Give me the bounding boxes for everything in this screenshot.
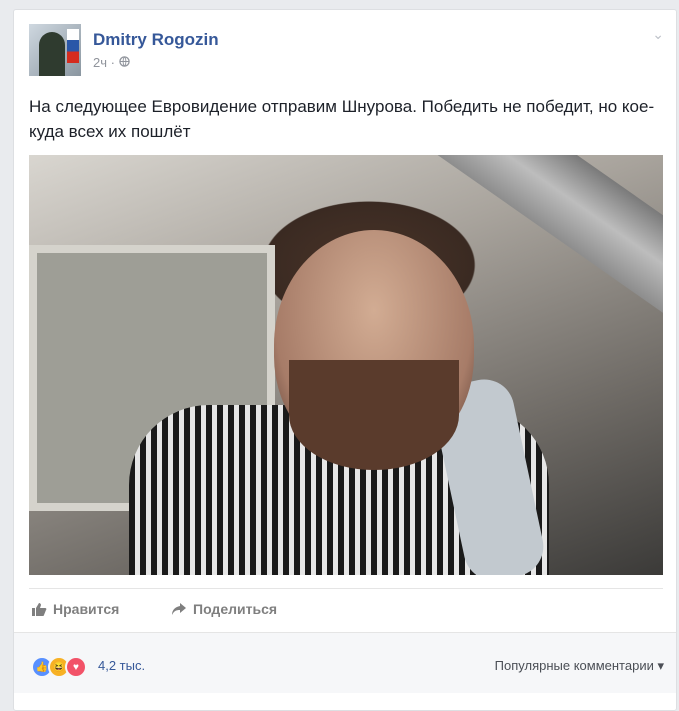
russian-flag bbox=[67, 29, 79, 63]
post-actions: Нравится Поделиться bbox=[29, 588, 663, 633]
author-avatar[interactable] bbox=[29, 24, 81, 76]
reactions-bar: 👍 😆 ♥ 4,2 тыс. Популярные комментарии ▾ bbox=[14, 632, 676, 693]
reaction-count[interactable]: 4,2 тыс. bbox=[98, 658, 145, 673]
post-time[interactable]: 2ч bbox=[93, 55, 107, 70]
love-reaction-icon: ♥ bbox=[65, 656, 87, 678]
author-name[interactable]: Dmitry Rogozin bbox=[93, 30, 219, 50]
share-button[interactable]: Поделиться bbox=[171, 601, 277, 617]
post-meta: 2ч · bbox=[93, 55, 130, 70]
share-arrow-icon bbox=[171, 601, 187, 617]
reaction-icons[interactable]: 👍 😆 ♥ bbox=[31, 656, 87, 678]
dot-separator: · bbox=[110, 55, 119, 70]
photo-beard bbox=[289, 360, 459, 470]
thumbs-up-icon bbox=[31, 601, 47, 617]
globe-icon[interactable] bbox=[118, 55, 130, 70]
like-button[interactable]: Нравится bbox=[31, 601, 119, 617]
share-label: Поделиться bbox=[193, 601, 278, 617]
caret-down-icon: ▾ bbox=[657, 658, 664, 673]
comments-sort-label: Популярные комментарии bbox=[494, 658, 654, 673]
like-label: Нравится bbox=[53, 601, 120, 617]
post-card: Dmitry Rogozin 2ч · ⌄ На следующее Евров… bbox=[13, 9, 677, 711]
post-photo[interactable] bbox=[29, 155, 663, 575]
comments-sort-dropdown[interactable]: Популярные комментарии ▾ bbox=[495, 658, 664, 674]
avatar-person bbox=[39, 32, 65, 76]
chevron-down-icon[interactable]: ⌄ bbox=[652, 26, 664, 43]
post-text: На следующее Евровидение отправим Шнуров… bbox=[29, 97, 655, 141]
